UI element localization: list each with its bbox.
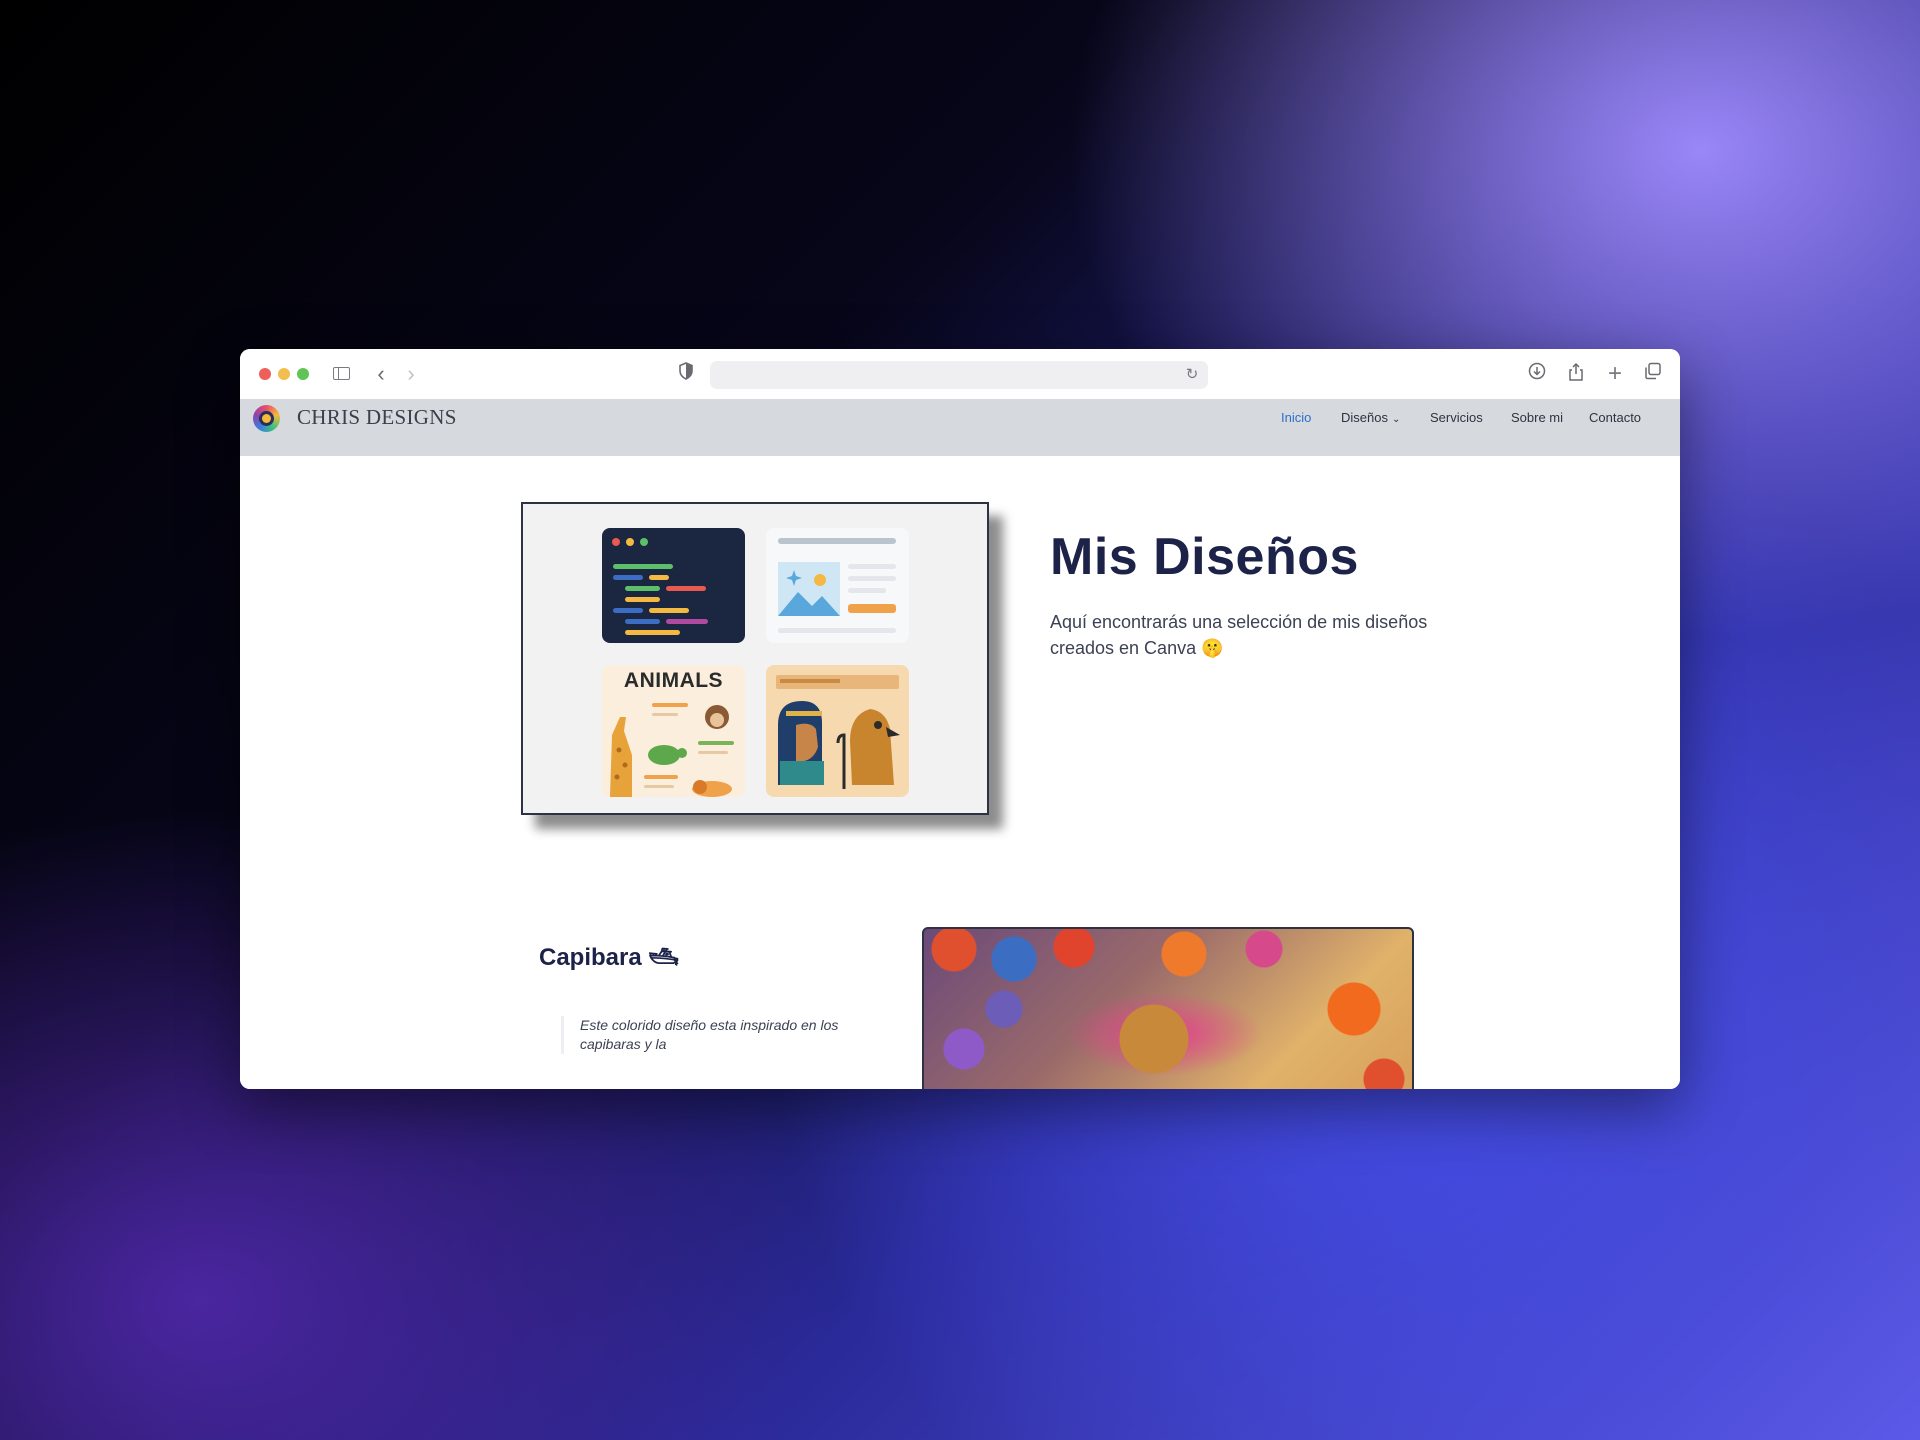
- animals-poster-title: ANIMALS: [623, 669, 724, 692]
- nav-item-sobre-mi[interactable]: Sobre mi: [1511, 410, 1563, 425]
- sidebar-toggle-icon[interactable]: [331, 362, 351, 386]
- nav-item-servicios[interactable]: Servicios: [1430, 410, 1483, 425]
- minimize-window-button[interactable]: [278, 368, 290, 380]
- hero-illustration: ANIMALS: [521, 502, 989, 815]
- close-window-button[interactable]: [259, 368, 271, 380]
- share-icon[interactable]: [1565, 362, 1587, 386]
- capybara-design-image[interactable]: [922, 927, 1414, 1089]
- back-icon[interactable]: ‹: [372, 362, 390, 386]
- brand-logo-icon[interactable]: [253, 405, 280, 432]
- site-navbar: CHRIS DESIGNS Inicio Diseños ⌄ Servicios …: [240, 399, 1680, 456]
- address-bar[interactable]: ↻: [710, 361, 1208, 389]
- hero-title: Mis Diseños: [1050, 528, 1359, 586]
- nav-item-disenos[interactable]: Diseños ⌄: [1341, 410, 1400, 425]
- zoom-window-button[interactable]: [297, 368, 309, 380]
- hero-subtitle: Aquí encontrarás una selección de mis di…: [1050, 612, 1428, 658]
- nav-item-disenos-label: Diseños: [1341, 410, 1388, 425]
- animals-poster-tile: ANIMALS: [602, 665, 745, 797]
- nav-item-contacto[interactable]: Contacto: [1589, 410, 1641, 425]
- web-page: CHRIS DESIGNS Inicio Diseños ⌄ Servicios …: [240, 399, 1680, 1089]
- browser-toolbar: ‹ › ↻ +: [240, 349, 1680, 400]
- new-tab-icon[interactable]: +: [1604, 362, 1626, 386]
- downloads-icon[interactable]: [1526, 362, 1548, 386]
- browser-window: ‹ › ↻ + CHRIS DESIGNS Inicio Diseños ⌄ Se…: [240, 349, 1680, 1089]
- code-editor-tile: [602, 528, 745, 643]
- section-description: Este colorido diseño esta inspirado en l…: [561, 1016, 840, 1054]
- tab-overview-icon[interactable]: [1642, 362, 1664, 386]
- brand-name[interactable]: CHRIS DESIGNS: [297, 405, 457, 430]
- nav-item-inicio[interactable]: Inicio: [1281, 410, 1311, 425]
- privacy-shield-icon[interactable]: [677, 362, 695, 386]
- section-title: Capibara 🛥: [539, 944, 679, 971]
- forward-icon[interactable]: ›: [402, 362, 420, 386]
- egyptian-art-tile: [766, 665, 909, 797]
- chevron-down-icon: ⌄: [1391, 414, 1401, 425]
- reload-icon[interactable]: ↻: [1182, 363, 1202, 387]
- image-layout-tile: [766, 528, 909, 643]
